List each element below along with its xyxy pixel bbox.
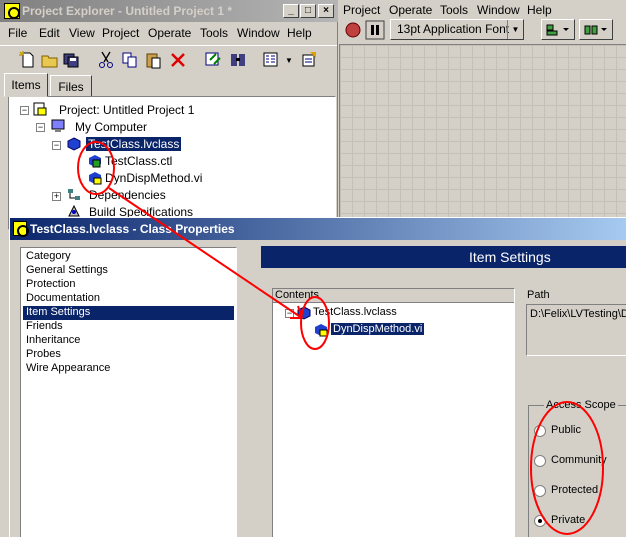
lvclass-icon [297,306,311,320]
project-tree[interactable]: − Project: Untitled Project 1 − My Compu… [8,96,336,230]
category-general-settings[interactable]: General Settings [23,264,234,278]
radio-protected-label[interactable]: Protected [551,484,598,496]
radio-private[interactable] [534,515,546,527]
distribute-objects-button[interactable] [579,19,613,40]
front-panel-menu-bar: Project Operate Tools Window Help [339,0,626,20]
font-selector[interactable]: 13pt Application Font ▼ [390,19,524,40]
menu-project[interactable]: Project [102,26,139,40]
pause-icon[interactable] [365,20,385,40]
tab-files[interactable]: Files [50,75,92,97]
cut-icon[interactable] [96,50,116,70]
font-selector-value: 13pt Application Font [397,22,510,36]
collapse-toggle[interactable]: − [36,123,45,132]
radio-community[interactable] [534,455,546,467]
menu-project[interactable]: Project [343,3,380,17]
section-banner: Item Settings [261,246,626,268]
collapse-toggle[interactable]: − [52,141,61,150]
save-all-icon[interactable] [62,50,82,70]
radio-public-label[interactable]: Public [551,424,581,436]
category-inheritance[interactable]: Inheritance [23,334,234,348]
category-list[interactable]: Category General Settings Protection Doc… [20,247,237,537]
open-icon[interactable] [40,50,60,70]
tree-item-testclass[interactable]: TestClass.lvclass [86,137,182,153]
menu-operate[interactable]: Operate [148,26,191,40]
access-scope-label: Access Scope [544,399,618,411]
tree-item-dependencies[interactable]: Dependencies [89,188,166,204]
menu-operate[interactable]: Operate [389,3,432,17]
minimize-button[interactable]: _ [283,4,299,18]
category-wire-appearance[interactable]: Wire Appearance [23,362,234,376]
category-documentation[interactable]: Documentation [23,292,234,306]
new-icon[interactable] [18,50,38,70]
radio-public[interactable] [534,425,546,437]
build-icon[interactable] [204,50,224,70]
path-label: Path [527,289,550,301]
project-icon [33,102,47,116]
lvclass-icon [67,137,81,151]
delete-icon[interactable] [168,50,188,70]
maximize-button[interactable]: □ [300,4,316,18]
menu-tools[interactable]: Tools [440,3,468,17]
properties-icon[interactable] [300,50,320,70]
project-explorer-window: Project Explorer - Untitled Project 1 * … [0,0,338,230]
path-field[interactable]: D:\Felix\LVTesting\D [526,304,626,356]
contents-header: Contents [273,289,514,303]
radio-private-label[interactable]: Private [551,514,585,526]
expand-toggle[interactable]: + [52,192,61,201]
dependencies-icon [68,189,80,200]
radio-community-label[interactable]: Community [551,454,607,466]
contents-item-testclass[interactable]: TestClass.lvclass [313,306,397,322]
vi-icon [89,172,102,185]
menu-edit[interactable]: Edit [39,26,60,40]
labview-icon [13,221,29,237]
menu-file[interactable]: File [8,26,27,40]
distribute-objects-icon [584,25,607,35]
contents-item-dyndispmethod[interactable]: DynDispMethod.vi [331,323,425,339]
category-friends[interactable]: Friends [23,320,234,334]
menu-help[interactable]: Help [527,3,552,17]
chevron-down-icon[interactable]: ▼ [285,56,293,65]
paste-icon[interactable] [144,50,164,70]
vi-icon [315,324,328,337]
build-specs-icon [68,204,80,217]
collapse-toggle[interactable]: − [20,106,29,115]
menu-help[interactable]: Help [287,26,312,40]
computer-icon [51,119,65,132]
collapse-toggle[interactable]: − [285,309,294,318]
chevron-down-icon: ▼ [507,20,523,39]
menu-window[interactable]: Window [237,26,280,40]
view-options-icon[interactable] [262,50,282,70]
control-icon [89,155,101,168]
menu-bar: File Edit View Project Operate Tools Win… [0,23,337,43]
copy-icon[interactable] [120,50,140,70]
labview-icon [4,3,20,19]
close-button[interactable]: × [318,4,334,18]
deploy-icon[interactable] [228,50,248,70]
tab-items[interactable]: Items [4,73,48,97]
class-properties-dialog: TestClass.lvclass - Class Properties Cat… [9,217,626,537]
abort-icon[interactable] [344,21,362,39]
tree-item-project[interactable]: Project: Untitled Project 1 [59,103,194,119]
menu-tools[interactable]: Tools [200,26,228,40]
toolbar: ▼ [0,45,337,73]
radio-protected[interactable] [534,485,546,497]
tree-item-my-computer[interactable]: My Computer [75,120,147,136]
dialog-titlebar[interactable]: TestClass.lvclass - Class Properties [10,218,626,240]
window-title: Project Explorer - Untitled Project 1 * [22,4,233,18]
project-explorer-titlebar[interactable]: Project Explorer - Untitled Project 1 * … [0,0,338,22]
front-panel-canvas[interactable] [339,44,626,224]
category-header: Category [26,250,71,262]
category-protection[interactable]: Protection [23,278,234,292]
contents-tree[interactable]: Contents − TestClass.lvclass DynDispMeth… [272,288,515,537]
category-probes[interactable]: Probes [23,348,234,362]
align-objects-icon [546,24,569,36]
dialog-title: TestClass.lvclass - Class Properties [30,222,235,236]
section-banner-title: Item Settings [469,249,551,265]
menu-view[interactable]: View [69,26,95,40]
tree-item-dyndispmethod[interactable]: DynDispMethod.vi [105,171,202,187]
align-objects-button[interactable] [541,19,575,40]
category-item-settings[interactable]: Item Settings [23,306,234,320]
tree-item-testclass-ctl[interactable]: TestClass.ctl [105,154,172,170]
menu-window[interactable]: Window [477,3,520,17]
